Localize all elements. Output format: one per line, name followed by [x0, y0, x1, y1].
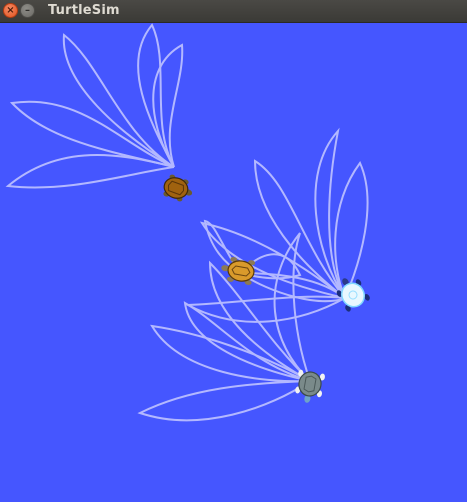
minimize-button[interactable]: –: [20, 3, 35, 18]
drawing-surface: [0, 23, 467, 502]
turtlesim-window: × – TurtleSim: [0, 0, 467, 502]
turtle-canvas: [0, 23, 467, 502]
close-button[interactable]: ×: [3, 3, 18, 18]
title-bar[interactable]: × – TurtleSim: [0, 0, 467, 23]
window-title: TurtleSim: [48, 3, 120, 18]
